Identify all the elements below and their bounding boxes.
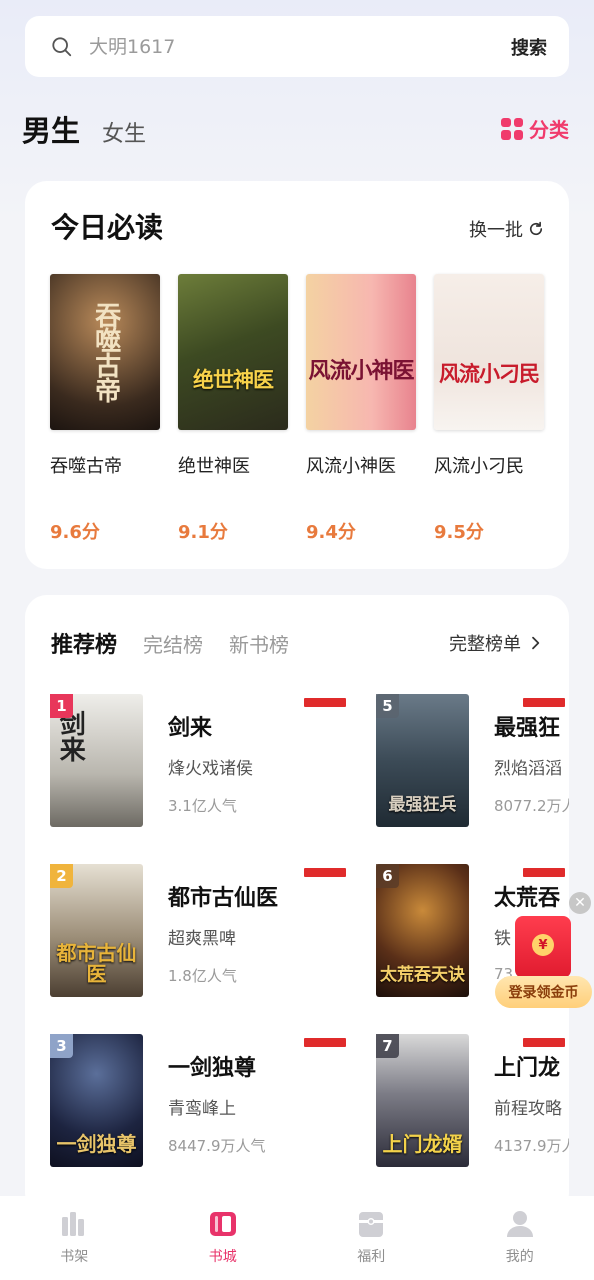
book-cover: 绝世神医 <box>178 274 288 430</box>
book-popularity: 4137.9万人 <box>494 1137 569 1155</box>
tab-recommended[interactable]: 推荐榜 <box>51 627 117 659</box>
book-name: 剑来 <box>168 716 213 741</box>
publisher-logo <box>304 868 346 877</box>
full-ranking-label: 完整榜单 <box>449 634 521 655</box>
daily-book-list: 吞噬古帝 吞噬古帝 9.6分 绝世神医 绝世神医 9.1分 风流小神医 风流小神… <box>50 274 544 544</box>
book-card[interactable]: 风流小神医 风流小神医 9.4分 <box>306 274 416 544</box>
book-popularity: 8077.2万人 <box>494 797 569 815</box>
rank-badge: 5 <box>376 694 399 718</box>
book-author: 超爽黑啤 <box>168 929 236 949</box>
promo-label: 登录领金币 <box>495 976 592 1008</box>
book-score: 9.6分 <box>50 522 100 543</box>
nav-label: 书城 <box>208 1249 237 1265</box>
user-icon <box>506 1211 533 1237</box>
rank-badge: 3 <box>50 1034 73 1058</box>
tab-completed[interactable]: 完结榜 <box>143 629 203 658</box>
book-popularity: 3.1亿人气 <box>168 797 237 815</box>
tab-female[interactable]: 女生 <box>102 116 146 148</box>
tab-new-books[interactable]: 新书榜 <box>229 629 289 658</box>
book-name: 吞噬古帝 <box>50 456 122 477</box>
rank-list-item[interactable]: 最强狂兵 5 最强狂 烈焰滔滔 8077.2万人 <box>376 694 569 830</box>
book-author: 前程攻略 <box>494 1099 562 1119</box>
bookshelf-icon <box>62 1212 85 1236</box>
rank-list-item[interactable]: 一剑独尊 3 一剑独尊 青鸾峰上 8447.9万人气 <box>50 1034 350 1170</box>
daily-title: 今日必读 <box>51 211 164 244</box>
cover-title: 太荒吞天诀 <box>380 965 465 986</box>
gender-tabs: 男生 女生 <box>22 108 146 150</box>
bottom-nav: 书架 书城 福利 我的 <box>0 1196 594 1280</box>
refresh-button[interactable]: 换一批 <box>469 216 545 242</box>
book-card[interactable]: 风流小刁民 风流小刁民 9.5分 <box>434 274 544 544</box>
rank-badge: 7 <box>376 1034 399 1058</box>
publisher-logo <box>304 1038 346 1047</box>
nav-bookshelf[interactable]: 书架 <box>24 1208 124 1266</box>
book-name: 上门龙 <box>494 1056 561 1081</box>
search-button[interactable]: 搜索 <box>511 34 547 60</box>
book-card[interactable]: 绝世神医 绝世神医 9.1分 <box>178 274 288 544</box>
book-popularity: 1.8亿人气 <box>168 967 237 985</box>
rank-list-item[interactable]: 上门龙婿 7 上门龙 前程攻略 4137.9万人 <box>376 1034 569 1170</box>
category-grid-icon <box>501 117 523 140</box>
book-name: 风流小刁民 <box>434 456 524 477</box>
publisher-logo <box>523 1038 565 1047</box>
book-score: 9.4分 <box>306 522 356 543</box>
search-bar[interactable]: 搜索 <box>25 16 569 77</box>
category-button[interactable]: 分类 <box>501 114 569 143</box>
book-cover: 风流小神医 <box>306 274 416 430</box>
login-coin-promo[interactable]: ✕ ¥ 登录领金币 <box>495 892 594 1012</box>
red-envelope-icon: ¥ <box>515 916 571 978</box>
cover-title: 风流小神医 <box>308 358 414 385</box>
bookstore-icon <box>209 1212 236 1236</box>
publisher-logo <box>304 698 346 707</box>
ranking-card: 推荐榜 完结榜 新书榜 完整榜单 剑来 1 剑来 烽火戏诸侯 3.1亿人气 都市… <box>25 595 569 1215</box>
refresh-label: 换一批 <box>469 220 523 241</box>
nav-label: 书架 <box>60 1249 89 1265</box>
rank-badge: 2 <box>50 864 73 888</box>
book-name: 最强狂 <box>494 716 561 741</box>
nav-label: 我的 <box>505 1249 534 1265</box>
rank-list-item[interactable]: 剑来 1 剑来 烽火戏诸侯 3.1亿人气 <box>50 694 350 830</box>
book-score: 9.5分 <box>434 522 484 543</box>
chevron-right-icon <box>532 636 540 650</box>
coin-icon: ¥ <box>532 934 554 956</box>
book-name: 风流小神医 <box>306 456 396 477</box>
search-icon <box>52 36 72 56</box>
full-ranking-link[interactable]: 完整榜单 <box>449 630 543 656</box>
rank-badge: 1 <box>50 694 73 718</box>
cover-title: 都市古仙医 <box>56 941 137 986</box>
publisher-logo <box>523 868 565 877</box>
nav-welfare[interactable]: 福利 <box>321 1208 421 1266</box>
book-score: 9.1分 <box>178 522 228 543</box>
rank-list-item[interactable]: 都市古仙医 2 都市古仙医 超爽黑啤 1.8亿人气 <box>50 864 350 1000</box>
book-name: 绝世神医 <box>178 456 250 477</box>
close-icon[interactable]: ✕ <box>569 892 591 914</box>
book-name: 都市古仙医 <box>168 886 279 911</box>
cover-title: 上门龙婿 <box>382 1132 463 1156</box>
book-cover: 风流小刁民 <box>434 274 544 430</box>
tab-male[interactable]: 男生 <box>22 108 80 150</box>
nav-bookstore[interactable]: 书城 <box>173 1208 273 1266</box>
cover-title: 一剑独尊 <box>56 1132 137 1156</box>
book-author: 青鸾峰上 <box>168 1099 236 1119</box>
search-input[interactable] <box>89 35 511 58</box>
book-name: 一剑独尊 <box>168 1056 257 1081</box>
cover-title: 最强狂兵 <box>388 795 457 816</box>
nav-label: 福利 <box>357 1249 386 1265</box>
category-label: 分类 <box>529 118 569 142</box>
refresh-icon <box>529 221 543 236</box>
book-card[interactable]: 吞噬古帝 吞噬古帝 9.6分 <box>50 274 160 544</box>
nav-profile[interactable]: 我的 <box>470 1208 570 1266</box>
book-popularity: 8447.9万人气 <box>168 1137 266 1155</box>
cover-title: 风流小刁民 <box>439 360 540 386</box>
rank-badge: 6 <box>376 864 399 888</box>
book-cover: 吞噬古帝 <box>50 274 160 430</box>
book-author: 烽火戏诸侯 <box>168 759 253 779</box>
publisher-logo <box>523 698 565 707</box>
cover-title: 绝世神医 <box>193 366 274 392</box>
cover-title: 吞噬古帝 <box>90 302 121 402</box>
gift-icon <box>359 1212 384 1237</box>
rank-tabs: 推荐榜 完结榜 新书榜 <box>51 627 289 659</box>
daily-must-read-card: 今日必读 换一批 吞噬古帝 吞噬古帝 9.6分 绝世神医 绝世神医 9.1分 风… <box>25 181 569 569</box>
book-author: 烈焰滔滔 <box>494 759 562 779</box>
